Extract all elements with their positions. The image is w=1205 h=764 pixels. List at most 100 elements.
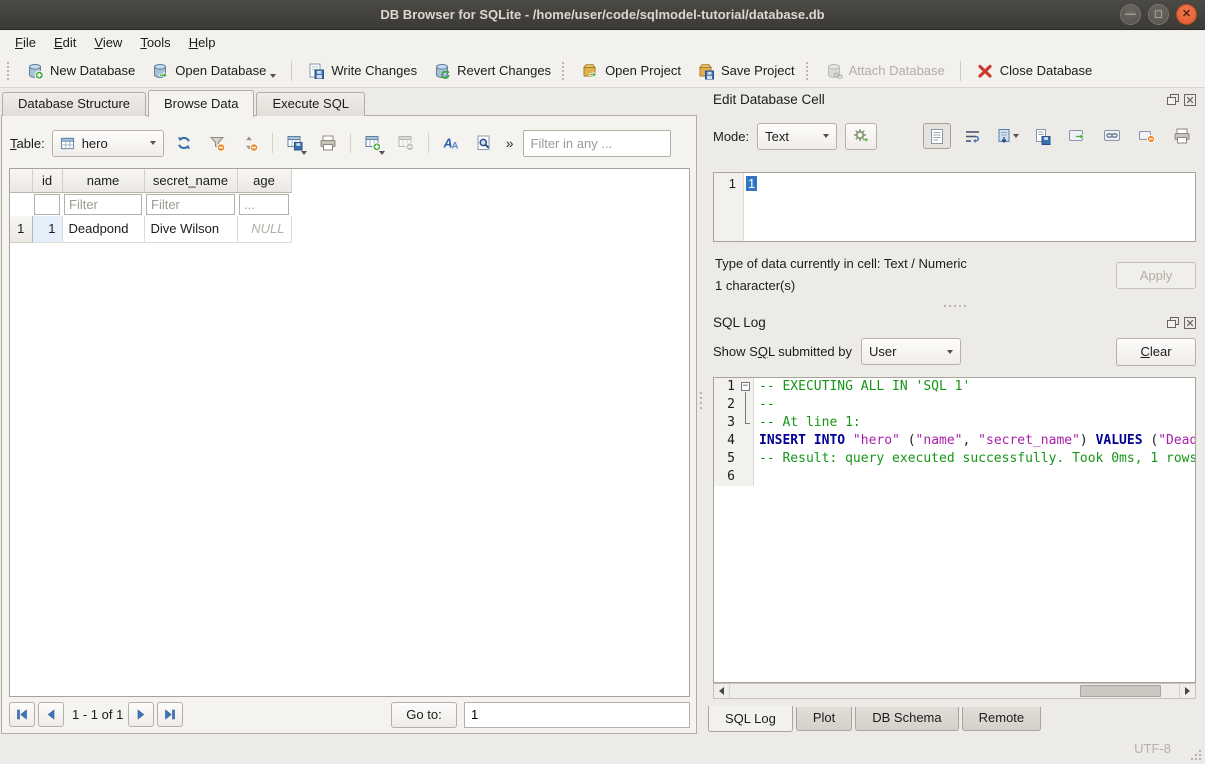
open-external-button[interactable] <box>1063 123 1091 149</box>
text-mode-button[interactable] <box>923 123 951 149</box>
title-bar[interactable]: DB Browser for SQLite - /home/user/code/… <box>0 0 1205 30</box>
line-number: 3 <box>714 414 740 432</box>
dock-tab-plot[interactable]: Plot <box>796 707 852 731</box>
tab-browse-data[interactable]: Browse Data <box>148 90 254 117</box>
toolbar-overflow-button[interactable]: » <box>504 135 516 151</box>
first-page-button[interactable] <box>9 702 35 727</box>
cell-secret-name[interactable]: Dive Wilson <box>144 216 237 242</box>
print-table-button[interactable] <box>315 130 341 156</box>
open-project-button[interactable]: Open Project <box>573 59 689 83</box>
insert-record-button[interactable] <box>360 130 386 156</box>
tab-execute-sql[interactable]: Execute SQL <box>256 92 365 116</box>
export-data-button[interactable] <box>1028 123 1056 149</box>
filter-input-secret-name[interactable] <box>146 194 235 215</box>
column-header-age[interactable]: age <box>237 169 291 192</box>
menu-item-view[interactable]: View <box>85 33 131 52</box>
dock-tab-remote[interactable]: Remote <box>962 707 1042 731</box>
table-select[interactable]: hero <box>52 130 164 157</box>
cell-id[interactable]: 1 <box>32 216 62 242</box>
resize-grip[interactable] <box>1191 750 1201 760</box>
column-header-name[interactable]: name <box>62 169 144 192</box>
sql-source-select[interactable]: User <box>861 338 961 365</box>
previous-page-button[interactable] <box>38 702 64 727</box>
apply-button[interactable]: Apply <box>1116 262 1196 289</box>
cell-name[interactable]: Deadpond <box>62 216 144 242</box>
open-external-icon <box>1068 128 1086 144</box>
save-project-button[interactable]: Save Project <box>689 59 803 83</box>
sql-log-hscrollbar[interactable] <box>713 683 1196 699</box>
cell-editor[interactable]: 1 1 <box>713 172 1196 242</box>
toolbar-handle[interactable] <box>562 62 567 80</box>
clear-sort-button[interactable] <box>237 130 263 156</box>
font-button[interactable]: AA <box>438 130 464 156</box>
filter-input-name[interactable] <box>64 194 142 215</box>
row-header[interactable]: 1 <box>10 216 32 242</box>
close-database-button[interactable]: Close Database <box>968 59 1101 83</box>
import-data-button[interactable] <box>993 123 1021 149</box>
goto-input[interactable] <box>464 702 690 728</box>
menu-item-help[interactable]: Help <box>180 33 225 52</box>
revert-changes-button[interactable]: Revert Changes <box>425 59 559 83</box>
goto-button[interactable]: Go to: <box>391 702 457 728</box>
toolbar-handle[interactable] <box>7 62 12 80</box>
refresh-button[interactable] <box>171 130 197 156</box>
cell-age[interactable]: NULL <box>237 216 291 242</box>
save-table-icon <box>286 134 304 152</box>
menu-item-file[interactable]: File <box>6 33 45 52</box>
mode-select[interactable]: Text <box>757 123 837 150</box>
word-wrap-button[interactable] <box>958 123 986 149</box>
attach-database-button[interactable]: Attach Database <box>817 59 953 83</box>
grid-corner[interactable] <box>10 169 32 192</box>
toolbar-handle[interactable] <box>806 62 811 80</box>
last-page-button[interactable] <box>157 702 183 727</box>
scroll-right-icon[interactable] <box>1179 684 1195 698</box>
clear-log-button[interactable]: Clear <box>1116 338 1196 366</box>
filter-input-id[interactable] <box>34 194 60 215</box>
column-header-id[interactable]: id <box>32 169 62 192</box>
data-grid[interactable]: idnamesecret_nameage11DeadpondDive Wilso… <box>9 168 690 697</box>
chevron-down-icon[interactable] <box>270 74 276 78</box>
column-header-secret-name[interactable]: secret_name <box>144 169 237 192</box>
vertical-splitter[interactable] <box>699 370 703 430</box>
write-changes-button[interactable]: Write Changes <box>299 59 425 83</box>
close-panel-icon[interactable] <box>1184 94 1196 106</box>
close-icon[interactable]: ✕ <box>1176 4 1197 25</box>
menu-item-tools[interactable]: Tools <box>131 33 179 52</box>
copy-link-button[interactable] <box>1098 123 1126 149</box>
right-dock: Edit Database Cell Mode: Text <box>705 88 1205 734</box>
maximize-icon[interactable]: ◻ <box>1148 4 1169 25</box>
horizontal-splitter[interactable] <box>705 303 1205 309</box>
last-page-icon <box>164 709 176 720</box>
close-panel-icon[interactable] <box>1184 317 1196 329</box>
dock-tab-db-schema[interactable]: DB Schema <box>855 707 958 731</box>
tab-database-structure[interactable]: Database Structure <box>2 92 146 116</box>
menu-item-edit[interactable]: Edit <box>45 33 85 52</box>
cell-editor-content[interactable]: 1 <box>744 173 759 241</box>
set-null-button[interactable] <box>1133 123 1161 149</box>
find-in-table-button[interactable] <box>471 130 497 156</box>
sql-code <box>754 468 759 486</box>
auto-switch-mode-button[interactable] <box>845 123 877 150</box>
save-table-button[interactable] <box>282 130 308 156</box>
open-database-button[interactable]: Open Database <box>143 59 284 83</box>
sql-log-controls: Show SQL submitted by User Clear <box>713 337 1196 366</box>
scroll-left-icon[interactable] <box>714 684 730 698</box>
first-page-icon <box>16 709 28 720</box>
line-number: 1 <box>714 378 740 396</box>
toolbar-label: Open Database <box>175 63 266 78</box>
dock-tab-sql-log[interactable]: SQL Log <box>708 706 793 732</box>
float-panel-icon[interactable] <box>1167 317 1179 329</box>
clear-filters-button[interactable] <box>204 130 230 156</box>
sql-log-header: SQL Log <box>713 315 1196 330</box>
delete-record-button[interactable] <box>393 130 419 156</box>
print-cell-button[interactable] <box>1168 123 1196 149</box>
fold-marker-icon[interactable]: − <box>740 378 754 396</box>
filter-input-age[interactable] <box>239 194 289 215</box>
sql-log-editor[interactable]: 1−-- EXECUTING ALL IN 'SQL 1'2--3-- At l… <box>713 377 1196 683</box>
minimize-icon[interactable]: — <box>1120 4 1141 25</box>
next-page-button[interactable] <box>128 702 154 727</box>
float-panel-icon[interactable] <box>1167 94 1179 106</box>
filter-any-input[interactable] <box>523 130 671 157</box>
scrollbar-thumb[interactable] <box>1080 685 1162 697</box>
new-database-button[interactable]: New Database <box>18 59 143 83</box>
